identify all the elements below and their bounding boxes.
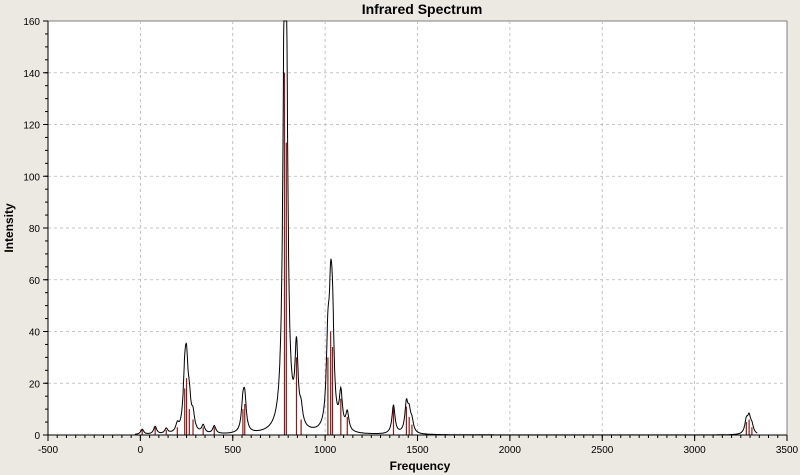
x-tick-label: 0 bbox=[138, 445, 144, 456]
x-tick-label: 3500 bbox=[776, 445, 799, 456]
x-axis-label: Frequency bbox=[390, 459, 451, 473]
x-tick-label: 1500 bbox=[406, 445, 429, 456]
y-tick-label: 140 bbox=[23, 69, 40, 80]
y-tick-label: 40 bbox=[29, 328, 41, 339]
x-tick-label: 1000 bbox=[314, 445, 337, 456]
x-tick-label: -500 bbox=[38, 445, 58, 456]
x-tick-label: 3000 bbox=[684, 445, 707, 456]
y-tick-label: 100 bbox=[23, 172, 40, 183]
y-axis-label: Intensity bbox=[2, 203, 16, 253]
ir-spectrum-chart: -500 0 500 1000 1500 2000 2500 3000 3500 0 20 40 60 8… bbox=[2, 1, 799, 473]
x-tick-label: 2000 bbox=[499, 445, 522, 456]
y-tick-label: 20 bbox=[29, 379, 41, 390]
y-tick-label: 0 bbox=[34, 431, 40, 442]
x-tick-label: 2500 bbox=[591, 445, 614, 456]
y-tick-label: 80 bbox=[29, 224, 41, 235]
y-tick-label: 60 bbox=[29, 276, 41, 287]
x-tick-label: 500 bbox=[224, 445, 241, 456]
chart-title: Infrared Spectrum bbox=[362, 1, 483, 17]
chart-root: -500 0 500 1000 1500 2000 2500 3000 3500 0 20 40 60 8… bbox=[0, 0, 800, 475]
y-tick-label: 120 bbox=[23, 121, 40, 132]
y-tick-label: 160 bbox=[23, 17, 40, 28]
